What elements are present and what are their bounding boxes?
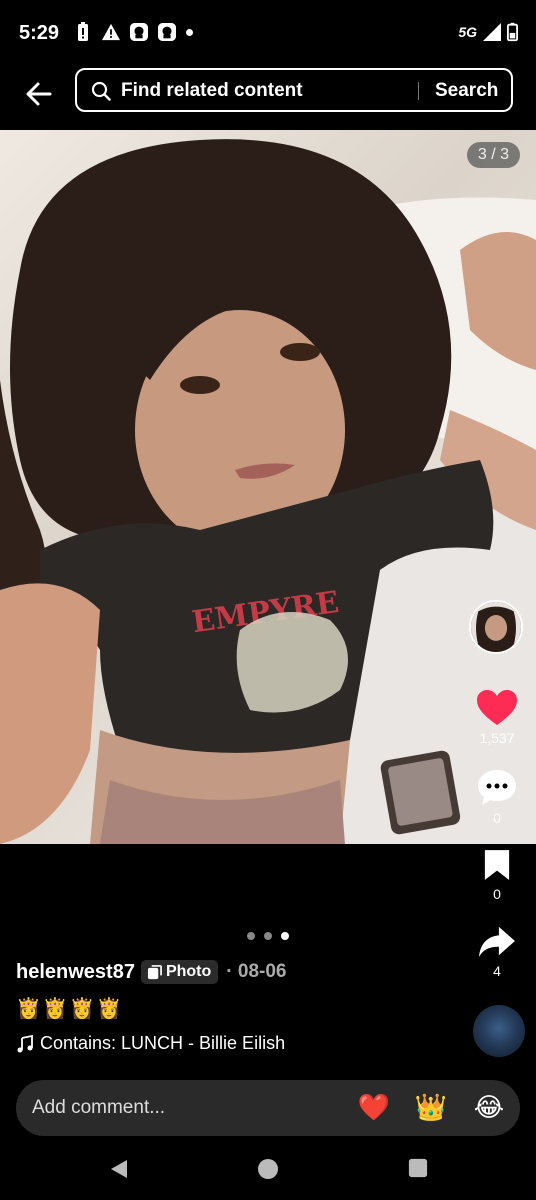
signal-icon bbox=[483, 23, 501, 41]
more-notifications-dot bbox=[186, 28, 193, 36]
status-time: 5:29 bbox=[19, 22, 60, 44]
share-arrow-icon bbox=[479, 926, 515, 958]
bookmark-icon bbox=[484, 850, 510, 880]
status-bar: 5:29 5G bbox=[0, 0, 536, 66]
system-nav-bar bbox=[0, 1142, 536, 1200]
post-photo[interactable]: EMPYRE 3 / 3 bbox=[0, 130, 536, 844]
bookmark-button[interactable]: 0 bbox=[467, 848, 527, 902]
comment-bubble-icon bbox=[478, 770, 516, 805]
like-count: 1,537 bbox=[479, 730, 515, 746]
carousel-dot[interactable] bbox=[247, 932, 255, 940]
photo-stack-icon bbox=[147, 964, 162, 979]
music-text: Contains: LUNCH - Billie Eilish bbox=[40, 1033, 286, 1053]
nav-recents-icon[interactable] bbox=[408, 1158, 428, 1178]
page-counter: 3 / 3 bbox=[466, 142, 520, 168]
post-date: · 08-06 bbox=[226, 961, 287, 982]
warning-icon bbox=[102, 23, 120, 41]
comment-count: 0 bbox=[493, 810, 501, 826]
heart-icon bbox=[477, 690, 517, 725]
search-header: Find related content Search bbox=[0, 66, 536, 130]
share-count: 4 bbox=[493, 963, 501, 979]
laugh-emoji-button[interactable]: 😂 bbox=[471, 1092, 507, 1123]
like-button[interactable]: 1,537 bbox=[467, 690, 527, 746]
nav-home-icon[interactable] bbox=[257, 1158, 279, 1180]
photo-badge: Photo bbox=[140, 960, 219, 984]
comment-bar: Add comment... ❤️ 👑 😂 bbox=[0, 1072, 536, 1142]
carousel-dot[interactable] bbox=[264, 932, 272, 940]
nav-back-icon[interactable] bbox=[108, 1158, 130, 1180]
battery-alert-icon bbox=[78, 22, 88, 41]
search-button[interactable]: Search bbox=[435, 80, 498, 102]
app-notification-icon bbox=[130, 23, 148, 41]
search-icon bbox=[91, 81, 111, 101]
post-caption: 👸👸👸👸 bbox=[16, 998, 124, 1020]
comment-input[interactable]: Add comment... ❤️ 👑 😂 bbox=[16, 1080, 520, 1136]
back-button[interactable] bbox=[20, 74, 60, 114]
music-note-icon bbox=[17, 1034, 33, 1052]
post-meta: helenwest87 Photo · 08-06 bbox=[16, 958, 286, 986]
music-info[interactable]: Contains: LUNCH - Billie Eilish bbox=[16, 1033, 285, 1054]
username[interactable]: helenwest87 bbox=[16, 961, 135, 984]
photo-content: EMPYRE bbox=[0, 139, 536, 844]
app-notification-icon bbox=[158, 23, 176, 41]
search-input[interactable]: Find related content Search bbox=[75, 68, 513, 112]
comment-placeholder: Add comment... bbox=[32, 1097, 166, 1118]
share-button[interactable]: 4 bbox=[467, 925, 527, 979]
status-system-icons: 5G bbox=[458, 22, 518, 42]
status-notification-icons bbox=[74, 22, 193, 42]
music-disc[interactable] bbox=[473, 1005, 525, 1057]
carousel-dot-active[interactable] bbox=[281, 932, 289, 940]
arrow-left-icon bbox=[26, 82, 52, 106]
bookmark-count: 0 bbox=[493, 886, 501, 902]
heart-emoji-button[interactable]: ❤️ bbox=[356, 1092, 392, 1123]
crown-emoji-button[interactable]: 👑 bbox=[413, 1092, 449, 1123]
battery-icon bbox=[507, 22, 518, 42]
network-type: 5G bbox=[458, 24, 477, 40]
comment-button[interactable]: 0 bbox=[467, 768, 527, 826]
photo-badge-label: Photo bbox=[165, 963, 212, 980]
carousel-indicator bbox=[247, 932, 289, 940]
avatar-image bbox=[471, 602, 521, 652]
creator-avatar[interactable] bbox=[469, 600, 523, 654]
search-divider bbox=[418, 82, 419, 100]
search-query: Find related content bbox=[121, 80, 303, 101]
